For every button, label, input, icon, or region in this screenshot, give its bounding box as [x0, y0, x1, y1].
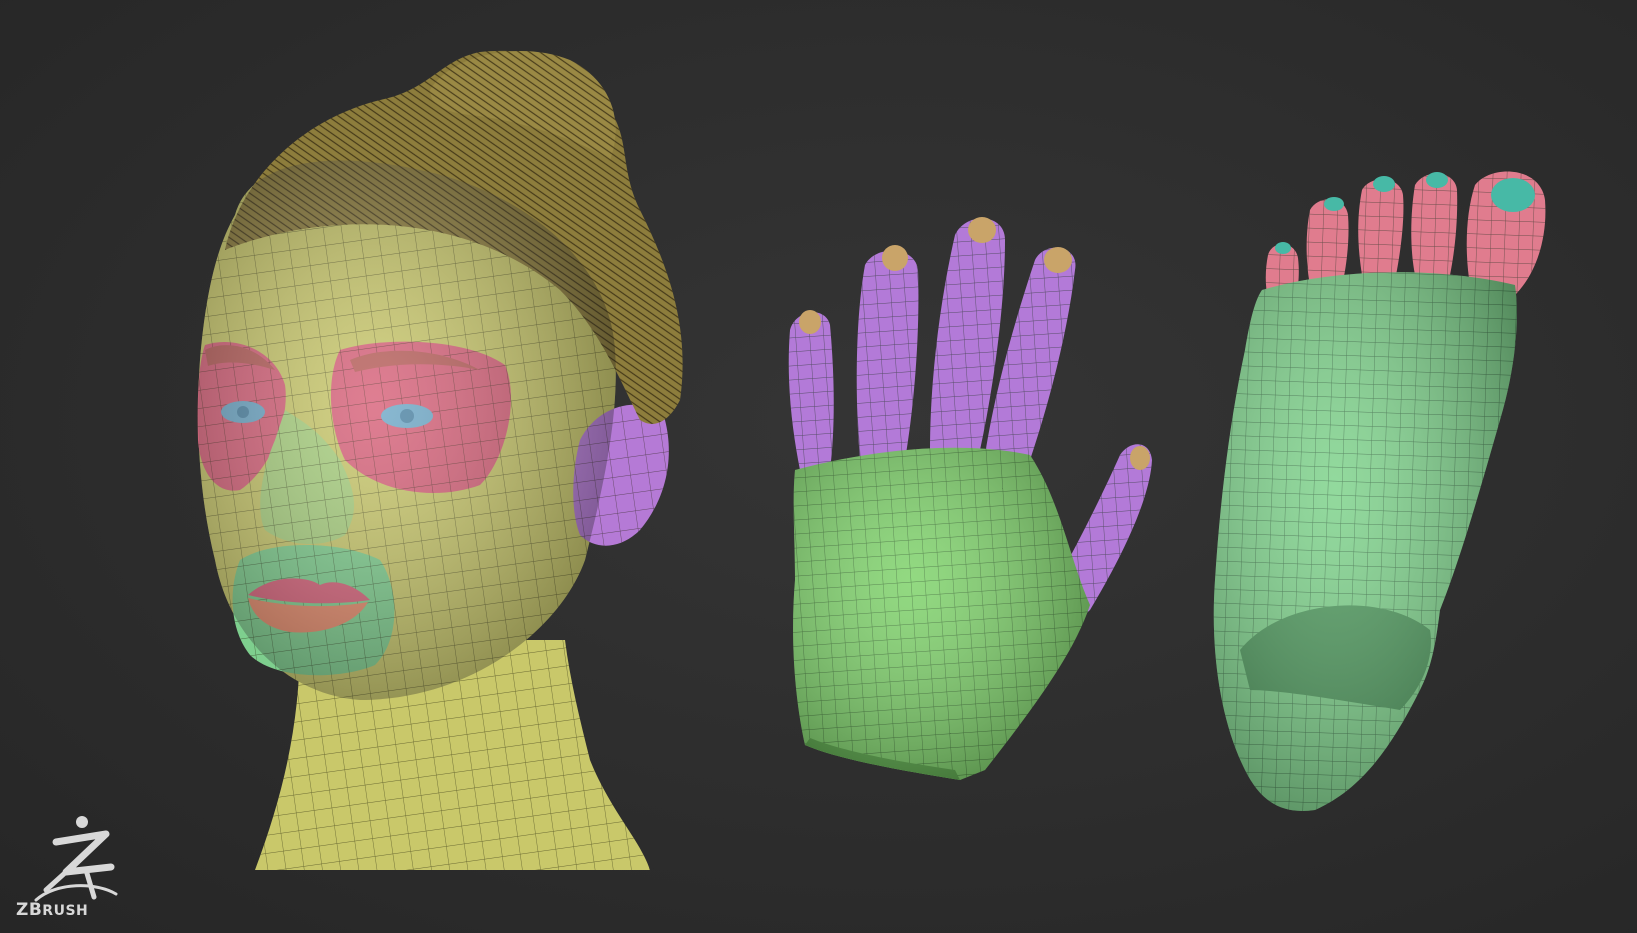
foot-toe-second-nail	[1426, 172, 1448, 188]
hand-ring-nail	[882, 245, 908, 271]
foot-model	[1213, 171, 1546, 811]
hand-middle-nail	[968, 217, 996, 243]
hand-index-nail	[1044, 247, 1072, 273]
foot-toe-fourth-nail	[1324, 197, 1344, 211]
scene-canvas	[197, 50, 1546, 870]
zbrush-logo-text: ZBRUSH	[16, 900, 89, 920]
foot-toe-small-nail	[1275, 242, 1291, 254]
head-model	[197, 50, 683, 870]
foot-toe-big-nail	[1491, 178, 1535, 212]
foot-toe-third-nail	[1373, 176, 1395, 192]
hand-thumb-nail	[1130, 446, 1150, 470]
zbrush-viewport: ZBRUSH	[0, 0, 1637, 933]
hand-model	[788, 217, 1152, 780]
hand-pinky-nail	[799, 310, 821, 334]
